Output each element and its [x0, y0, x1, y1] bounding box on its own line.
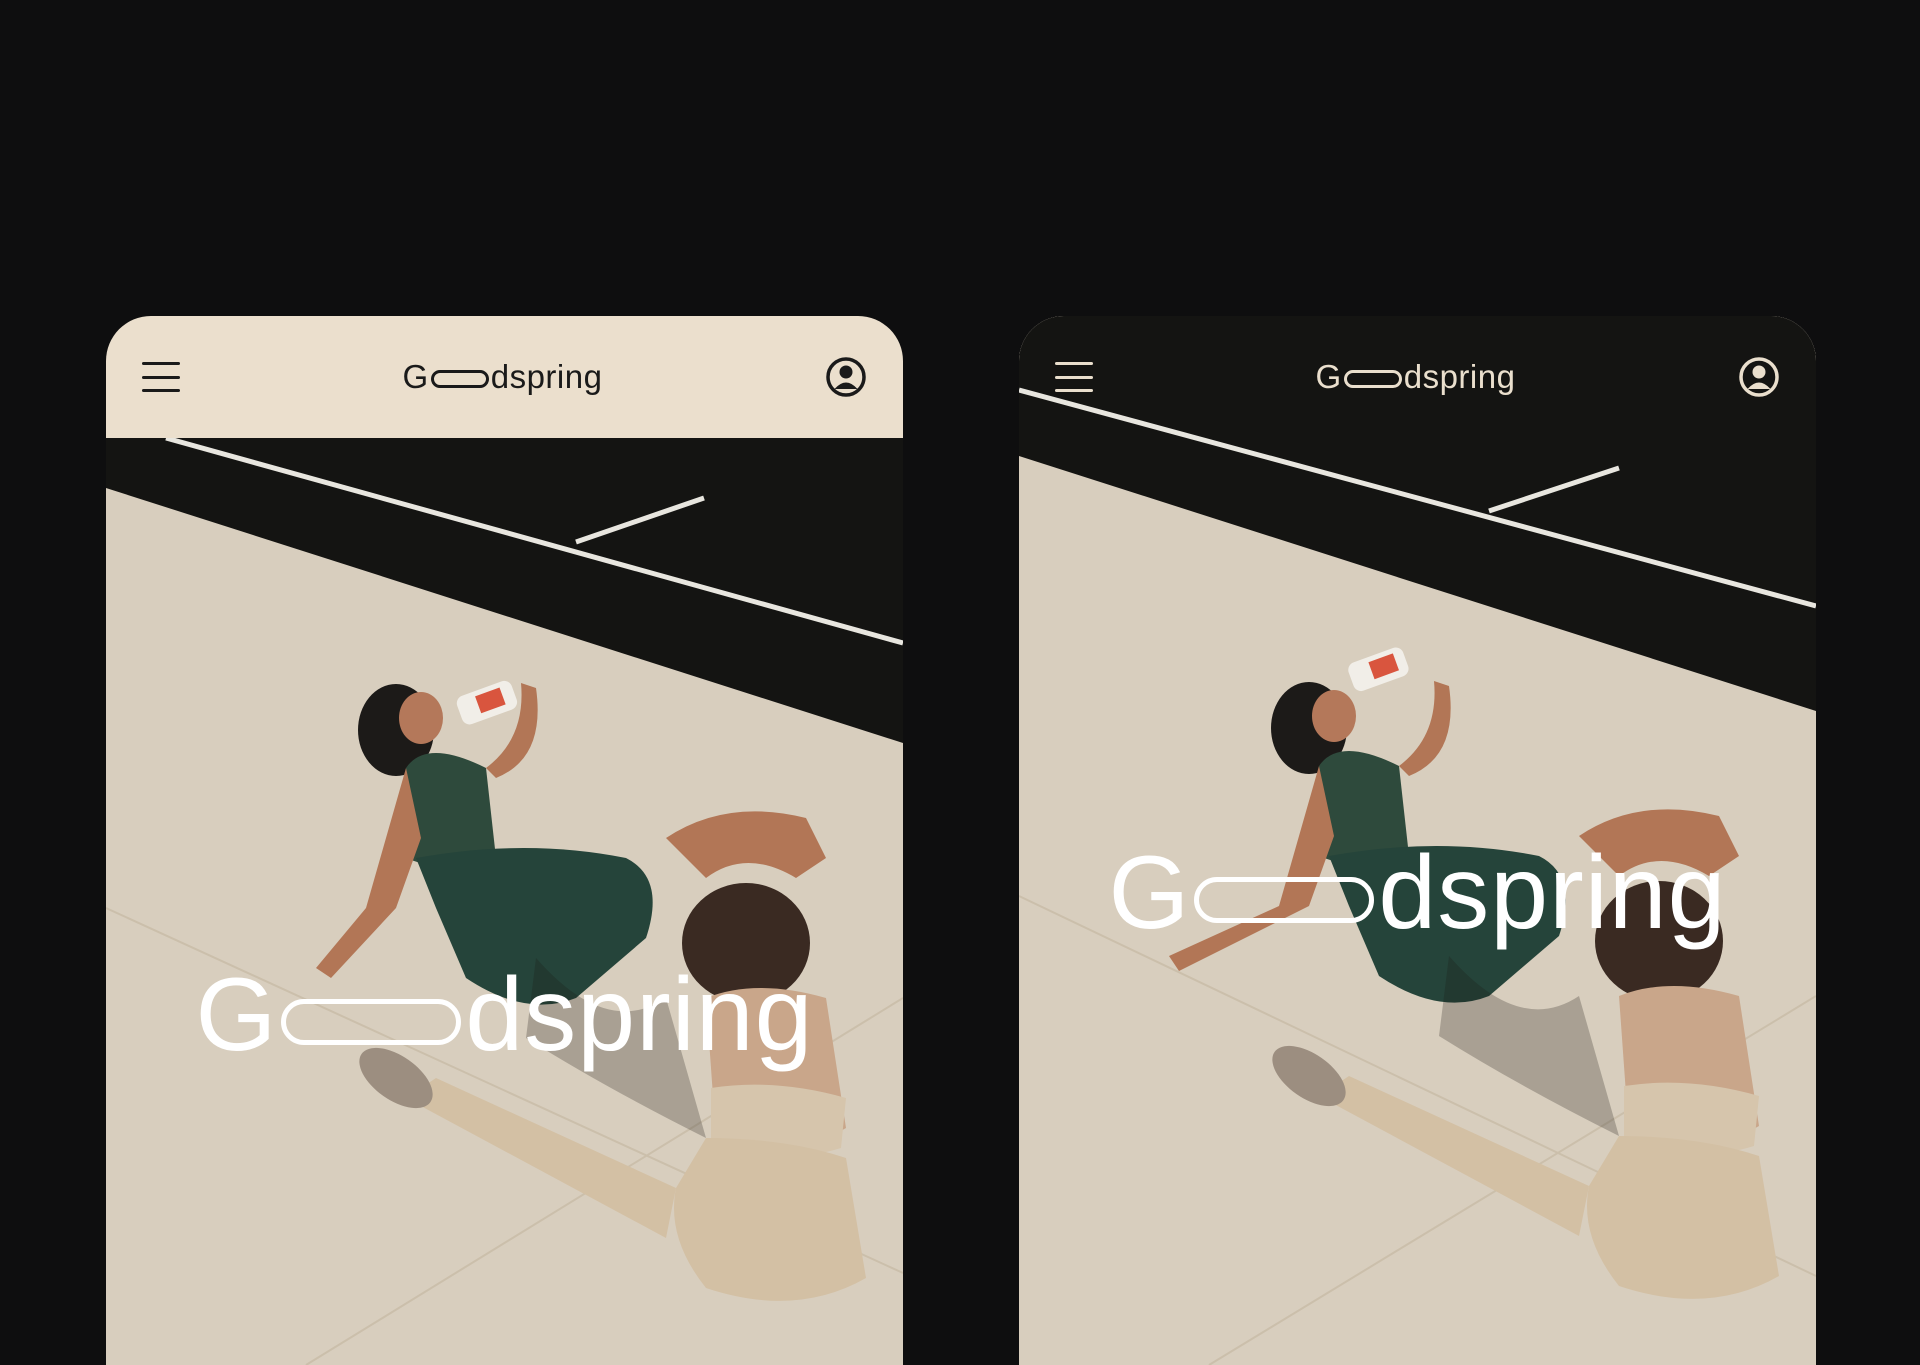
hero-logo: G dspring: [106, 963, 903, 1067]
phone-mockup-dark: G dspring G dspring: [1019, 316, 1816, 1365]
header-logo-initial: G: [1315, 358, 1342, 395]
app-header: G dspring: [1019, 316, 1816, 438]
hero-logo-pill-mark: [1194, 877, 1375, 923]
hero-photo-scene: [106, 438, 903, 1365]
hero-logo-wordmark: dspring: [1378, 835, 1727, 951]
app-header: G dspring: [106, 316, 903, 438]
hero-logo: G dspring: [1019, 841, 1816, 945]
phone-mockup-light: G dspring G dspring: [106, 316, 903, 1365]
header-logo-initial: G: [402, 358, 429, 395]
hamburger-icon[interactable]: [142, 362, 180, 392]
user-circle-icon[interactable]: [1738, 356, 1780, 398]
hamburger-icon[interactable]: [1055, 362, 1093, 392]
hero-logo-pill-mark: [281, 999, 462, 1045]
hero-logo-initial: G: [1108, 835, 1191, 951]
header-logo-pill-mark: [430, 370, 489, 388]
header-logo[interactable]: G dspring: [403, 358, 603, 396]
header-logo[interactable]: G dspring: [1316, 358, 1516, 396]
hero-photo: G dspring: [1019, 316, 1816, 1365]
user-circle-icon[interactable]: [825, 356, 867, 398]
hero-logo-wordmark: dspring: [465, 957, 814, 1073]
hero-photo: G dspring: [106, 438, 903, 1365]
header-logo-wordmark: dspring: [490, 358, 603, 395]
header-logo-pill-mark: [1343, 370, 1402, 388]
header-logo-wordmark: dspring: [1403, 358, 1516, 395]
hero-logo-initial: G: [195, 957, 278, 1073]
